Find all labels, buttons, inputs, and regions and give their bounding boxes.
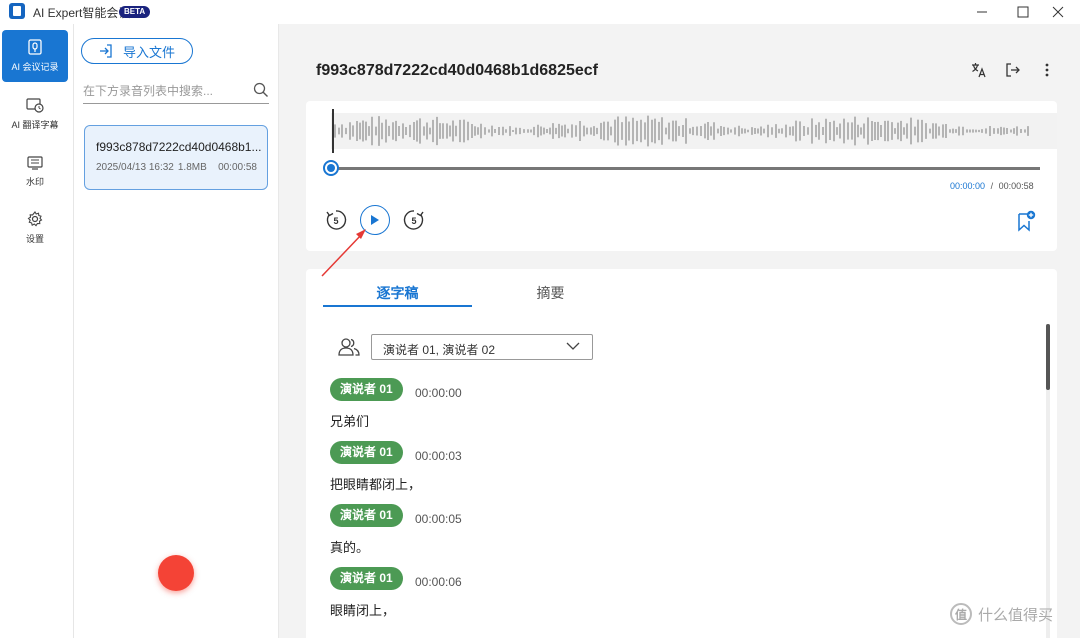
search-box <box>83 80 269 104</box>
subtitle-icon <box>26 98 44 113</box>
gear-icon <box>27 211 43 227</box>
rewind-icon: 5 <box>326 210 347 230</box>
bookmark-add-icon <box>1018 210 1036 232</box>
beta-badge: BETA <box>119 6 151 18</box>
total-time: 00:00:58 <box>998 181 1034 191</box>
waveform-bars <box>334 115 1029 147</box>
nav-label: 设置 <box>25 234 44 244</box>
file-name: f993c878d7222cd40d0468b1... <box>96 140 262 154</box>
forward-5-button[interactable]: 5 <box>402 208 426 232</box>
translate-icon <box>972 63 986 78</box>
minimize-icon <box>977 11 987 13</box>
waveform[interactable] <box>331 113 1057 149</box>
search-input[interactable] <box>83 80 233 102</box>
rewind-5-button[interactable]: 5 <box>324 208 348 232</box>
app-title: AI Expert智能会议 <box>33 6 131 20</box>
speaker-badge[interactable]: 演说者 01 <box>330 567 403 590</box>
export-button[interactable] <box>1003 60 1023 80</box>
segment-text[interactable]: 眼睛闭上， <box>330 600 395 619</box>
speaker-badge[interactable]: 演说者 01 <box>330 441 403 464</box>
nav-label: 水印 <box>25 177 44 187</box>
chevron-down-icon <box>566 342 580 350</box>
title-bar: AI Expert智能会议 BETA <box>0 0 1080 24</box>
tab-transcript[interactable]: 逐字稿 <box>323 283 472 307</box>
close-icon <box>1052 6 1064 18</box>
segment-time[interactable]: 00:00:00 <box>415 386 462 400</box>
segment-time[interactable]: 00:00:05 <box>415 512 462 526</box>
minimize-button[interactable] <box>960 0 1004 24</box>
play-icon <box>371 215 379 225</box>
translate-button[interactable] <box>969 60 989 80</box>
current-time: 00:00:00 <box>950 181 986 191</box>
page-title: f993c878d7222cd40d0468b1d6825ecf <box>316 62 598 79</box>
speaker-filter-select[interactable]: 演说者 01, 演说者 02 <box>371 334 593 360</box>
search-icon[interactable] <box>253 82 269 98</box>
file-list-panel: 导入文件 f993c878d7222cd40d0468b1... 2025/04… <box>74 24 279 638</box>
nav-label: AI 会议记录 <box>11 62 59 72</box>
waveform-cursor <box>332 109 334 153</box>
file-list-item[interactable]: f993c878d7222cd40d0468b1... 2025/04/13 1… <box>84 125 268 190</box>
segment-time[interactable]: 00:00:06 <box>415 575 462 589</box>
meeting-record-icon <box>28 39 42 55</box>
nav-item-watermark[interactable]: 水印 <box>2 146 68 198</box>
nav-item-meeting-record[interactable]: AI 会议记录 <box>2 30 68 82</box>
import-icon <box>99 44 112 58</box>
close-button[interactable] <box>1036 0 1080 24</box>
record-button[interactable] <box>158 555 194 591</box>
import-label: 导入文件 <box>122 44 175 60</box>
time-separator: / <box>990 181 994 191</box>
file-size: 1.8MB <box>177 162 207 173</box>
time-readout: 00:00:00 / 00:00:58 <box>950 181 1034 191</box>
transcript-scrollbar[interactable] <box>1046 324 1050 638</box>
speakers-icon <box>338 338 360 356</box>
app-logo-icon <box>9 3 25 19</box>
file-meta: 2025/04/13 16:32 1.8MB 00:00:58 <box>96 162 267 173</box>
speaker-filter-value: 演说者 01, 演说者 02 <box>383 343 496 357</box>
rewind-label: 5 <box>333 216 338 226</box>
export-icon <box>1006 63 1020 77</box>
segment-text[interactable]: 真的。 <box>330 537 369 556</box>
file-date: 2025/04/13 16:32 <box>96 162 174 173</box>
segment-time[interactable]: 00:00:03 <box>415 449 462 463</box>
watermark-text: 什么值得买 <box>978 606 1054 624</box>
nav-label: AI 翻译字幕 <box>11 120 59 130</box>
forward-label: 5 <box>411 216 416 226</box>
watermark-logo: 值 <box>950 603 972 625</box>
side-nav: AI 会议记录 AI 翻译字幕 水印 设置 <box>0 24 74 638</box>
speaker-badge[interactable]: 演说者 01 <box>330 378 403 401</box>
scrollbar-thumb[interactable] <box>1046 324 1050 390</box>
tab-summary[interactable]: 摘要 <box>476 283 625 307</box>
speaker-badge[interactable]: 演说者 01 <box>330 504 403 527</box>
progress-knob[interactable] <box>323 160 339 176</box>
segment-text[interactable]: 兄弟们 <box>330 411 369 430</box>
segment-text[interactable]: 把眼睛都闭上， <box>330 474 421 493</box>
play-button[interactable] <box>360 205 390 235</box>
audio-player: 00:00:00 / 00:00:58 5 5 <box>306 101 1057 251</box>
progress-track[interactable] <box>330 167 1040 170</box>
maximize-icon <box>1017 6 1029 18</box>
watermark-icon <box>27 156 43 170</box>
add-bookmark-button[interactable] <box>1015 209 1037 233</box>
more-button[interactable] <box>1037 60 1057 80</box>
site-watermark: 值 什么值得买 <box>950 603 1053 625</box>
more-icon <box>1045 63 1049 77</box>
nav-item-settings[interactable]: 设置 <box>2 202 68 254</box>
transcript-panel: 逐字稿 摘要 演说者 01, 演说者 02 演说者 01 00:00:00 兄弟… <box>306 269 1057 638</box>
forward-icon: 5 <box>403 210 424 230</box>
file-duration: 00:00:58 <box>218 162 257 173</box>
nav-item-subtitle[interactable]: AI 翻译字幕 <box>2 88 68 140</box>
import-file-button[interactable]: 导入文件 <box>81 38 193 64</box>
